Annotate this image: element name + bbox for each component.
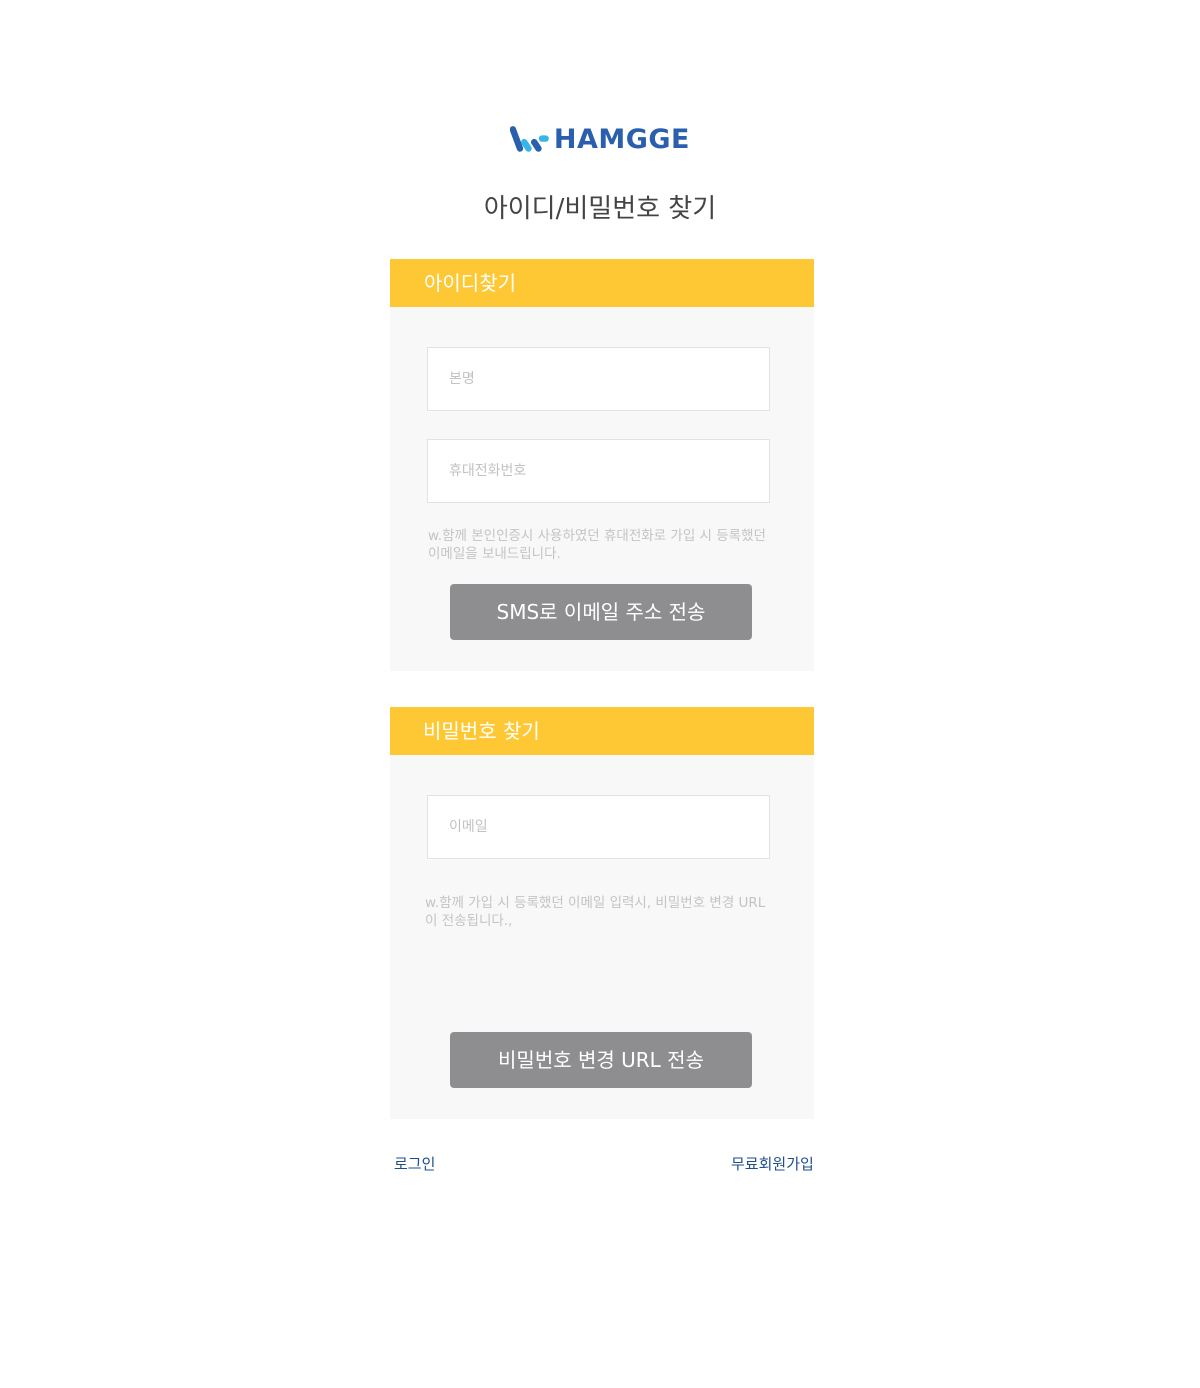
find-id-help-text: w.함께 본인인증시 사용하였던 휴대전화로 가입 시 등록했던 이메일을 보내…: [428, 528, 766, 562]
find-password-header: 비밀번호 찾기: [390, 707, 814, 755]
name-input[interactable]: [427, 347, 770, 411]
find-id-section: 아이디찾기 w.함께 본인인증시 사용하였던 휴대전화로 가입 시 등록했던 이…: [390, 259, 814, 671]
brand-logo[interactable]: HAMGGE: [510, 120, 690, 160]
brand-logo-text: HAMGGE: [553, 124, 690, 155]
email-input[interactable]: [427, 795, 770, 859]
find-account-page: HAMGGE 아이디/비밀번호 찾기 아이디찾기 w.함께 본인인증시 사용하였…: [0, 0, 1200, 1388]
w-mark-icon: [510, 126, 549, 152]
page-title: 아이디/비밀번호 찾기: [483, 194, 717, 224]
find-id-header: 아이디찾기: [390, 259, 814, 307]
find-password-section: 비밀번호 찾기 w.함께 가입 시 등록했던 이메일 입력시, 비밀번호 변경 …: [390, 707, 814, 1119]
signup-link[interactable]: 무료회원가입: [731, 1152, 814, 1176]
find-password-help-text: w.함께 가입 시 등록했던 이메일 입력시, 비밀번호 변경 URL이 전송됩…: [425, 895, 766, 929]
send-email-sms-button[interactable]: SMS로 이메일 주소 전송: [450, 584, 752, 640]
login-link[interactable]: 로그인: [394, 1152, 435, 1176]
phone-input[interactable]: [427, 439, 770, 503]
send-password-url-button[interactable]: 비밀번호 변경 URL 전송: [450, 1032, 752, 1088]
